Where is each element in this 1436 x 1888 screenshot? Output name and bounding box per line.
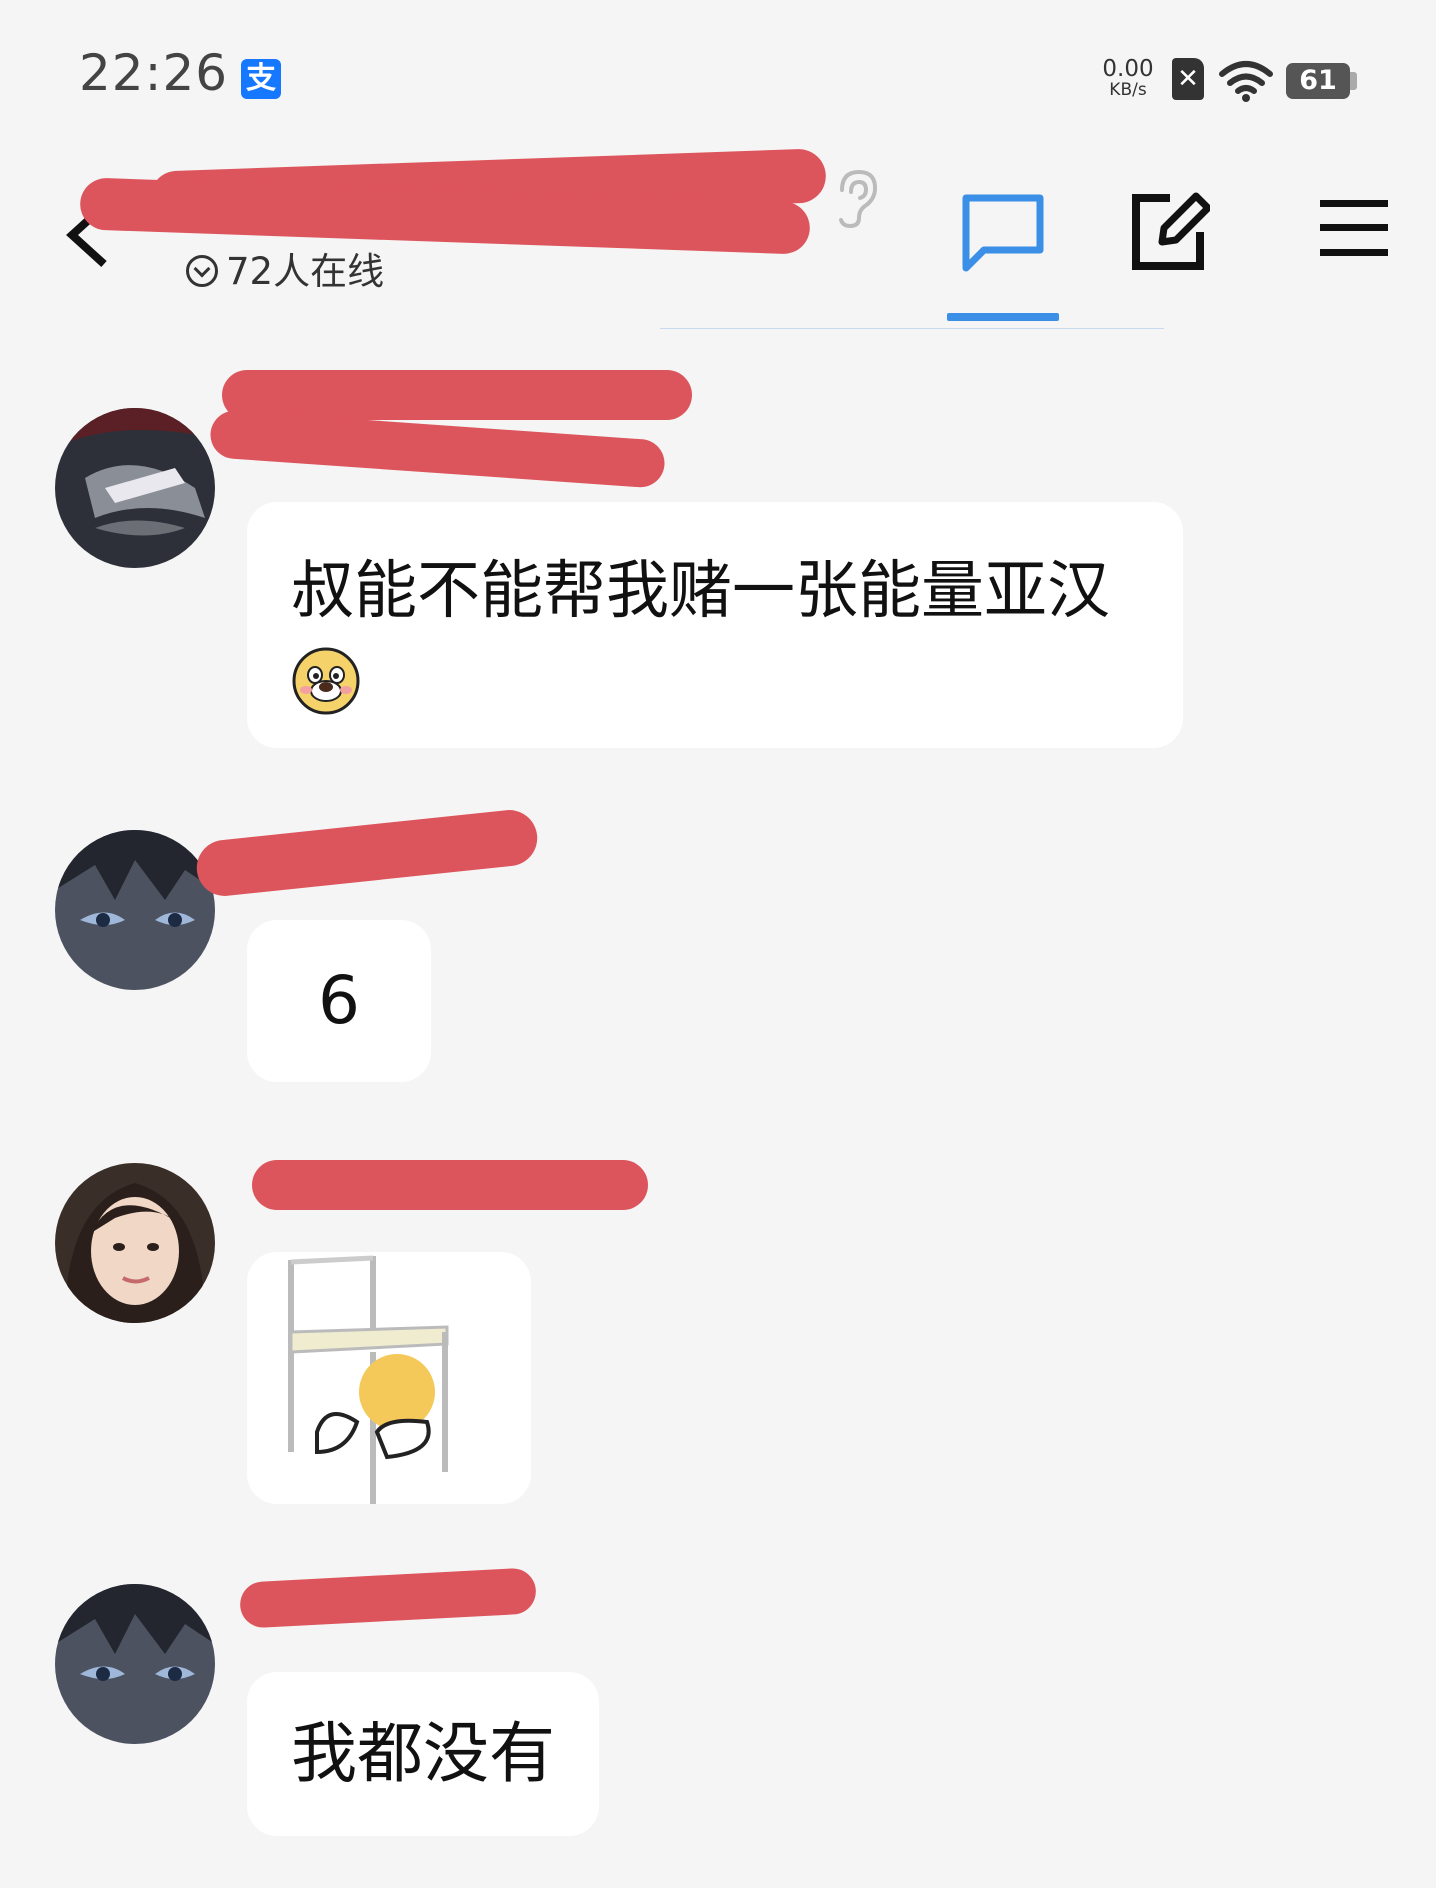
- menu-icon[interactable]: [1320, 198, 1388, 258]
- tab-divider: [660, 328, 1164, 329]
- redaction: [222, 370, 692, 420]
- battery-icon: 61: [1286, 63, 1350, 99]
- redaction: [238, 1567, 538, 1629]
- status-time: 22:26: [79, 44, 229, 102]
- avatar[interactable]: [55, 1584, 215, 1744]
- redaction: [208, 409, 667, 489]
- redaction: [194, 807, 540, 899]
- chair-meme-sticker[interactable]: [277, 1252, 497, 1504]
- tab-compose[interactable]: [1130, 190, 1210, 272]
- online-status[interactable]: 72人在线: [186, 250, 384, 294]
- avatar[interactable]: [55, 1163, 215, 1323]
- ear-icon[interactable]: [832, 168, 880, 230]
- avatar[interactable]: [55, 408, 215, 568]
- network-speed-unit: KB/s: [1109, 80, 1147, 100]
- message-image-bubble[interactable]: [247, 1252, 531, 1504]
- tab-chat[interactable]: [958, 192, 1048, 274]
- message-bubble[interactable]: 6: [247, 920, 431, 1082]
- sim-icon: ✕: [1172, 58, 1204, 100]
- alipay-icon: 支: [241, 59, 281, 99]
- message-text: 叔能不能帮我赌一张能量亚汉: [291, 554, 1110, 627]
- chevron-down-icon: [186, 254, 218, 287]
- message-text: 我都没有: [291, 1715, 555, 1792]
- avatar[interactable]: [55, 830, 215, 990]
- network-speed-value: 0.00: [1102, 56, 1154, 82]
- active-tab-indicator: [947, 313, 1059, 321]
- wifi-icon: [1219, 61, 1273, 102]
- network-speed: 0.00 KB/s: [1100, 58, 1156, 99]
- message-text: 6: [318, 962, 360, 1039]
- battery-cap: [1350, 72, 1357, 90]
- dog-face-emoji: [292, 647, 360, 715]
- message-bubble[interactable]: 我都没有: [247, 1672, 599, 1836]
- online-count: 72人在线: [226, 250, 385, 293]
- redaction: [252, 1160, 648, 1210]
- message-bubble[interactable]: 叔能不能帮我赌一张能量亚汉: [247, 502, 1183, 748]
